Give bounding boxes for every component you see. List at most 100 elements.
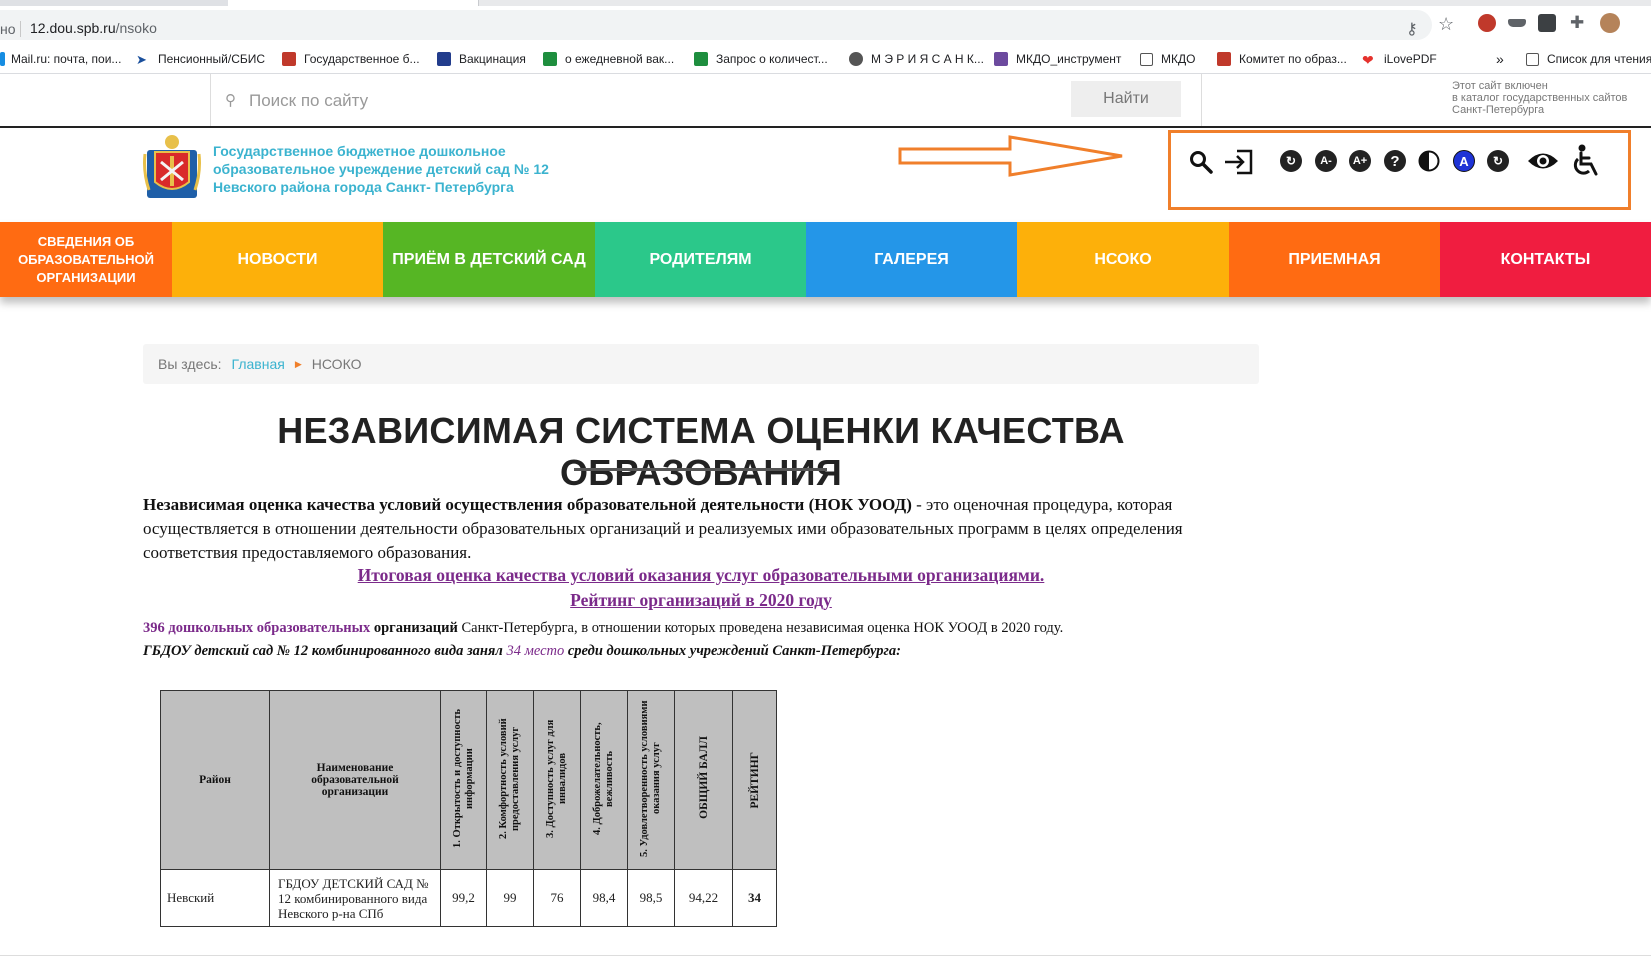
breadcrumb-home-link[interactable]: Главная — [232, 356, 285, 372]
stats-tail: Санкт-Петербурга, в отношении которых пр… — [457, 620, 1064, 636]
bookmark-item[interactable]: Mail.ru: почта, пои... — [0, 50, 121, 68]
breadcrumb-prefix: Вы здесь: — [158, 356, 222, 372]
search-icon[interactable] — [1189, 150, 1213, 174]
color-scheme-icon[interactable]: A — [1453, 150, 1475, 172]
cell-rank: 34 — [732, 869, 777, 927]
search-button[interactable]: Найти — [1071, 81, 1181, 117]
search-input[interactable] — [223, 86, 1081, 116]
breadcrumb: Вы здесь: Главная ▶ НСОКО — [143, 344, 1259, 384]
nav-item-news[interactable]: НОВОСТИ — [172, 222, 383, 297]
header-total-text: ОБЩИЙ БАЛЛ — [697, 736, 710, 819]
font-increase-icon[interactable]: A+ — [1349, 150, 1371, 172]
avatar[interactable] — [1600, 13, 1620, 33]
bookmark-item[interactable]: МКДО — [1140, 50, 1195, 68]
breadcrumb-current: НСОКО — [311, 356, 362, 372]
intro-paragraph: Независимая оценка качества условий осущ… — [143, 493, 1263, 565]
help-icon[interactable]: ? — [1384, 150, 1406, 172]
extension-icon[interactable] — [1478, 14, 1496, 32]
org-name-line: Государственное бюджетное дошкольное — [213, 143, 506, 159]
header-col-1: 1. Открытость и доступность информации — [440, 690, 487, 870]
bookmark-item[interactable]: Запрос о количест... — [694, 50, 828, 68]
stats-org-word: организаций — [370, 620, 458, 636]
bookmark-item[interactable]: Комитет по образ... — [1217, 50, 1347, 68]
extension-icon[interactable] — [1538, 14, 1556, 32]
site-search: ⚲ Найти — [210, 74, 1202, 126]
reading-list-label: Список для чтения — [1547, 52, 1651, 66]
cell-org: ГБДОУ ДЕТСКИЙ САД № 12 комбинированного … — [269, 869, 441, 927]
address-bar[interactable]: но 12.dou.spb.ru/nsoko ⚷ — [0, 10, 1432, 40]
contrast-icon[interactable] — [1418, 150, 1440, 172]
bookmark-favicon — [437, 52, 451, 66]
site-logo[interactable]: Государственное бюджетное дошкольное обр… — [143, 132, 643, 202]
nav-item-contacts[interactable]: КОНТАКТЫ — [1440, 222, 1651, 297]
header-total: ОБЩИЙ БАЛЛ — [674, 690, 733, 870]
bookmark-item[interactable]: ❤ iLovePDF — [1362, 50, 1437, 68]
bookmark-item[interactable]: о ежедневной вак... — [543, 50, 674, 68]
reading-list-button[interactable]: Список для чтения — [1526, 50, 1651, 68]
catalog-note-line: Санкт-Петербурга — [1452, 104, 1545, 116]
org-name-line: образовательное учреждение детский сад №… — [213, 161, 549, 177]
catalog-note-line: в каталог государственных сайтов — [1452, 92, 1628, 104]
nav-item-parents[interactable]: РОДИТЕЛЯМ — [595, 222, 806, 297]
page-title: НЕЗАВИСИМАЯ СИСТЕМА ОЦЕНКИ КАЧЕСТВА ОБРА… — [277, 410, 1125, 493]
login-icon[interactable] — [1223, 148, 1255, 176]
header-rank-text: РЕЙТИНГ — [748, 752, 761, 809]
stats-count: 396 дошкольных образовательных — [143, 620, 371, 636]
nav-item-nsoko[interactable]: НСОКО — [1017, 222, 1229, 297]
title-divider — [574, 468, 827, 471]
key-icon[interactable]: ⚷ — [1406, 19, 1418, 39]
address-url[interactable]: 12.dou.spb.ru/nsoko — [30, 20, 157, 36]
rating-table: Район Наименование образовательной орган… — [160, 690, 777, 927]
header-col-5: 5. Удовлетворенность условиями оказания … — [627, 690, 675, 870]
nav-item-gallery[interactable]: ГАЛЕРЕЯ — [806, 222, 1017, 297]
header-col-4-text: 4. Доброжелательность, вежливость — [592, 722, 615, 835]
bookmark-favicon — [1217, 52, 1231, 66]
cell-c5: 98,5 — [627, 869, 675, 927]
header-col-3-text: 3. Доступность услуг для инвалидов — [545, 719, 568, 838]
star-icon[interactable]: ☆ — [1438, 14, 1454, 35]
font-decrease-icon[interactable]: A- — [1315, 150, 1337, 172]
catalog-note-line: Этот сайт включен — [1452, 80, 1548, 92]
bookmark-label: Mail.ru: почта, пои... — [11, 52, 122, 66]
bookmark-label: Вакцинация — [459, 52, 526, 66]
bookmark-item[interactable]: Государственное б... — [282, 50, 420, 68]
nav-item-reception[interactable]: ПРИЕМНАЯ — [1229, 222, 1440, 297]
bookmark-label: М Э Р И Я С А Н К... — [871, 52, 984, 66]
cell-district: Невский — [160, 869, 270, 927]
stats-line: 396 дошкольных образовательных организац… — [143, 620, 1063, 637]
bookmark-item[interactable]: МКДО_инструмент — [994, 50, 1121, 68]
rating-2020-link[interactable]: Рейтинг организаций в 2020 году — [143, 590, 1259, 611]
bookmarks-overflow-button[interactable]: » — [1496, 50, 1504, 68]
annotation-arrow — [898, 135, 1123, 177]
address-prefix: но — [0, 21, 16, 37]
header-col-2-text: 2. Комфортность условий предоставления у… — [498, 718, 521, 839]
org-name[interactable]: Государственное бюджетное дошкольное обр… — [213, 142, 643, 196]
catalog-note[interactable]: Этот сайт включен в каталог государствен… — [1452, 80, 1627, 116]
bookmark-favicon — [849, 52, 863, 66]
extension-icon[interactable] — [1508, 19, 1526, 27]
refresh-icon[interactable]: ↻ — [1487, 150, 1509, 172]
bookmark-item[interactable]: М Э Р И Я С А Н К... — [849, 50, 984, 68]
nav-item-admission[interactable]: ПРИЁМ В ДЕТСКИЙ САД — [383, 222, 595, 297]
main-nav: СВЕДЕНИЯ ОБ ОБРАЗОВАТЕЛЬНОЙ ОРГАНИЗАЦИИ … — [0, 222, 1651, 297]
accessibility-toolbar: ↻ A- A+ ? A ↻ — [1168, 130, 1631, 210]
bookmark-label: о ежедневной вак... — [565, 52, 675, 66]
cell-c1: 99,2 — [440, 869, 487, 927]
reset-icon[interactable]: ↻ — [1280, 150, 1302, 172]
nav-item-svedeniya[interactable]: СВЕДЕНИЯ ОБ ОБРАЗОВАТЕЛЬНОЙ ОРГАНИЗАЦИИ — [0, 222, 172, 297]
eye-icon[interactable] — [1526, 150, 1560, 172]
table-header-row: Район Наименование образовательной орган… — [160, 690, 777, 870]
header-org: Наименование образовательной организации — [269, 690, 441, 870]
bookmark-item[interactable]: ➤ Пенсионный/СБИС — [136, 50, 265, 68]
bookmark-label: МКДО_инструмент — [1016, 52, 1122, 66]
bookmark-label: Государственное б... — [304, 52, 420, 66]
bookmark-label: МКДО — [1161, 52, 1196, 66]
wheelchair-icon[interactable] — [1571, 144, 1601, 178]
bookmark-item[interactable]: Вакцинация — [437, 50, 526, 68]
puzzle-icon[interactable]: ✚ — [1570, 13, 1584, 33]
bookmark-favicon — [0, 52, 5, 66]
header-col-1-text: 1. Открытость и доступность информации — [451, 708, 475, 849]
header-col-5-text: 5. Удовлетворенность условиями оказания … — [639, 700, 662, 857]
final-rating-link[interactable]: Итоговая оценка качества условий оказани… — [143, 565, 1259, 586]
header-district: Район — [160, 690, 270, 870]
